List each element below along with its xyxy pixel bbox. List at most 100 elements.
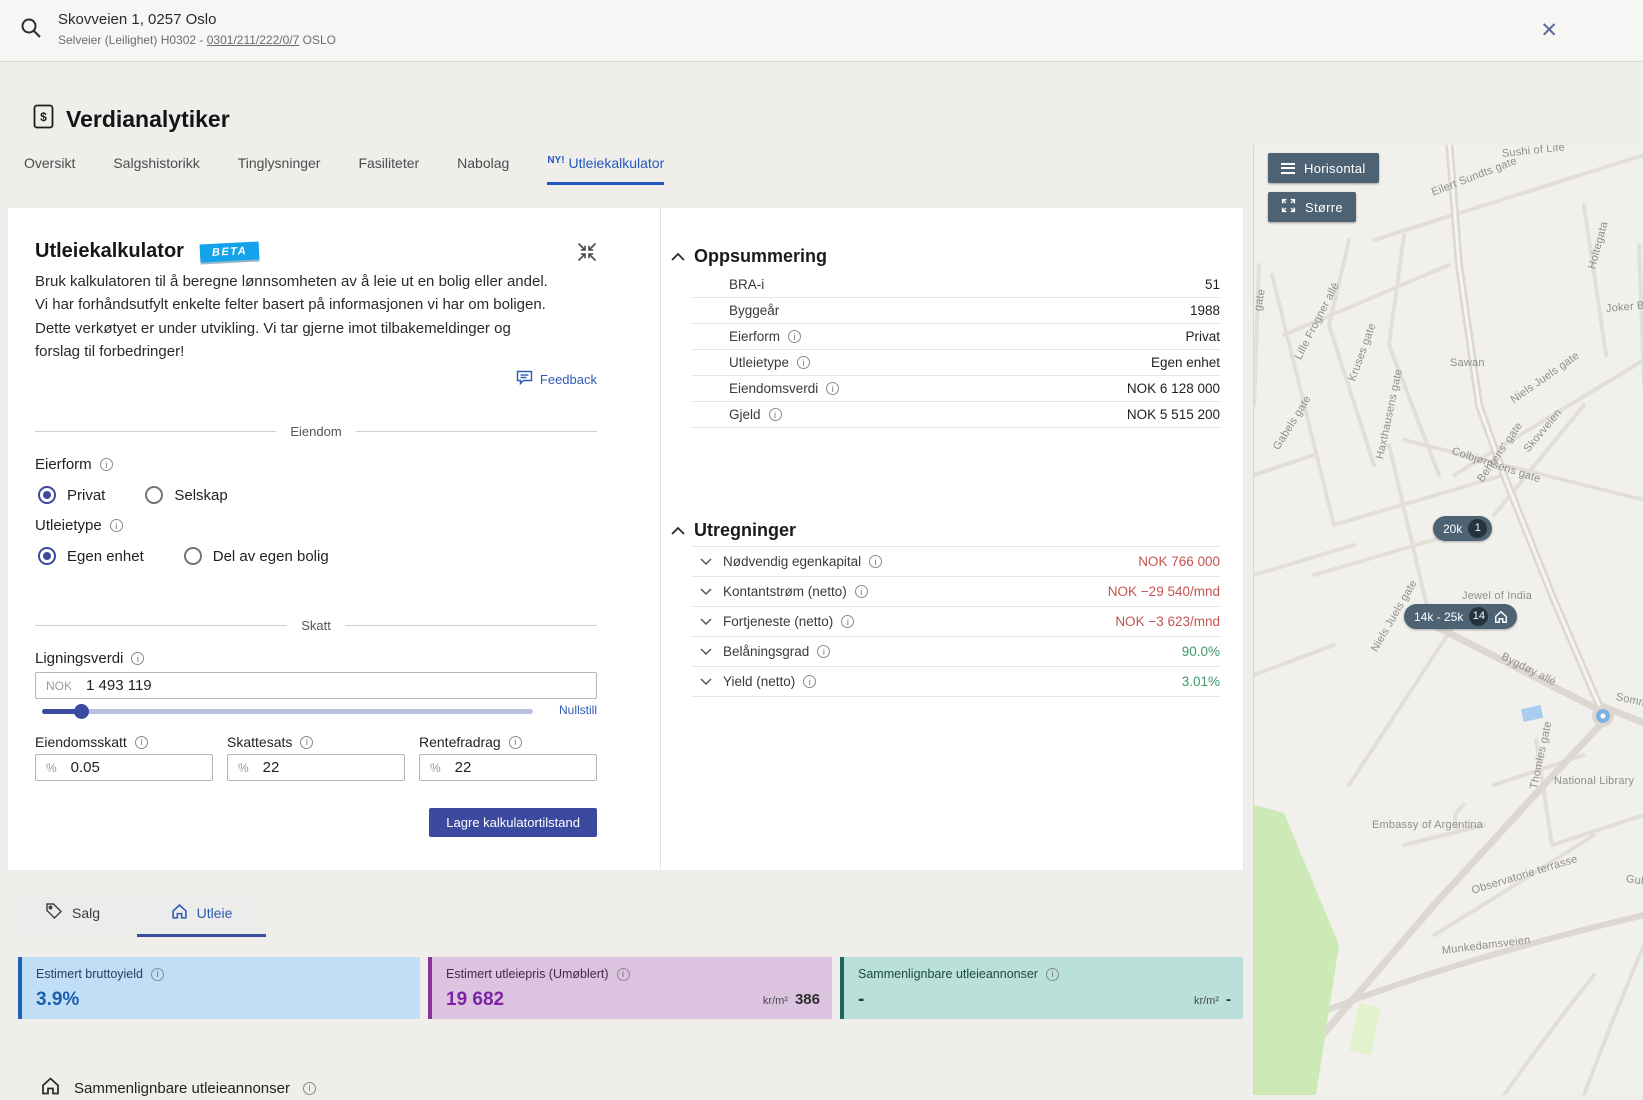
cadastre-link[interactable]: 0301/211/222/0/7 <box>207 33 300 47</box>
ligningsverdi-label: Ligningsverdi <box>35 650 144 667</box>
map-marker-14k-25k[interactable]: 14k - 25k 14 <box>1404 604 1517 629</box>
intro-paragraph-1: Bruk kalkulatoren til å beregne lønnsomh… <box>35 270 551 317</box>
reset-link[interactable]: Nullstill <box>559 703 597 717</box>
horisontal-button[interactable]: Horisontal <box>1268 153 1379 183</box>
radio-selected-icon <box>38 547 56 565</box>
info-icon[interactable] <box>617 968 630 981</box>
info-icon[interactable] <box>855 585 868 598</box>
section-divider-skatt: Skatt <box>35 618 597 633</box>
info-icon[interactable] <box>303 1082 316 1095</box>
top-header-bar: Skovveien 1, 0257 Oslo Selveier (Leiligh… <box>0 0 1643 62</box>
calculator-form: Utleiekalkulator BETA Bruk kalkulatoren … <box>35 208 597 870</box>
svg-text:$: $ <box>40 110 47 124</box>
results-pane: Oppsummering BRA-i51 Byggeår1988 Eierfor… <box>660 208 1243 870</box>
tab-tinglysninger[interactable]: Tinglysninger <box>238 155 321 185</box>
marker-count-badge: 1 <box>1468 519 1487 538</box>
tab-nabolag[interactable]: Nabolag <box>457 155 509 185</box>
info-icon[interactable] <box>788 330 801 343</box>
summary-section-header[interactable]: Oppsummering <box>671 246 827 267</box>
info-icon[interactable] <box>131 652 144 665</box>
ligningsverdi-slider: Nullstill <box>35 702 597 720</box>
intro-paragraph-2: Dette verkøtyet er under utvikling. Vi t… <box>35 317 541 364</box>
info-icon[interactable] <box>769 408 782 421</box>
utleiepris-value: 19 682 <box>446 989 504 1011</box>
radio-selskap[interactable]: Selskap <box>145 486 227 504</box>
collapse-icon[interactable] <box>577 242 597 267</box>
map-street-label: Jewel of India <box>1462 590 1532 602</box>
tab-oversikt[interactable]: Oversikt <box>24 155 75 185</box>
map-street-label: Embassy of Argentina <box>1372 819 1483 831</box>
summary-row: Byggeår1988 <box>692 298 1220 324</box>
storre-button[interactable]: Større <box>1268 192 1356 222</box>
slider-track[interactable] <box>42 709 533 714</box>
calculation-row: Kontantstrøm (netto) NOK −29 540/mnd <box>692 577 1220 607</box>
info-icon[interactable] <box>151 968 164 981</box>
marker-count-badge: 14 <box>1469 607 1488 626</box>
eiendomsskatt-input[interactable]: % <box>35 754 213 781</box>
skattesats-label: Skattesats <box>227 734 313 750</box>
document-dollar-icon: $ <box>33 104 54 134</box>
rentefradrag-input[interactable]: % <box>419 754 597 781</box>
map-canvas[interactable]: Sushi of LifeEilert Sundts gateHoltegata… <box>1253 145 1643 1095</box>
map-street-label: Sawan <box>1450 357 1485 369</box>
ligningsverdi-field[interactable] <box>84 676 586 695</box>
chevron-down-icon[interactable] <box>692 617 723 626</box>
info-icon[interactable] <box>869 555 882 568</box>
info-icon[interactable] <box>826 382 839 395</box>
info-icon[interactable] <box>110 519 123 532</box>
skattesats-input[interactable]: % <box>227 754 405 781</box>
beta-badge: BETA <box>200 241 260 262</box>
tab-salg[interactable]: Salg <box>8 891 137 937</box>
ligningsverdi-input[interactable]: NOK <box>35 672 597 699</box>
house-icon <box>171 903 188 923</box>
tab-fasiliteter[interactable]: Fasiliteter <box>358 155 419 185</box>
tab-utleie[interactable]: Utleie <box>137 891 266 937</box>
summary-row: BRA-i51 <box>692 272 1220 298</box>
radio-egen-enhet[interactable]: Egen enhet <box>38 547 144 565</box>
sammenlignbare-value: - <box>858 989 864 1011</box>
calculations-title: Utregninger <box>694 520 796 541</box>
tab-utleiekalkulator[interactable]: NY!Utleiekalkulator <box>547 155 664 185</box>
info-icon[interactable] <box>1046 968 1059 981</box>
info-icon[interactable] <box>803 675 816 688</box>
tab-salgshistorikk[interactable]: Salgshistorikk <box>113 155 199 185</box>
save-calculator-state-button[interactable]: Lagre kalkulatortilstand <box>429 808 597 837</box>
chevron-down-icon[interactable] <box>692 677 723 686</box>
calculations-table: Nødvendig egenkapital NOK 766 000 Kontan… <box>692 546 1220 697</box>
info-icon[interactable] <box>797 356 810 369</box>
info-icon[interactable] <box>509 736 522 749</box>
slider-thumb[interactable] <box>74 704 89 719</box>
summary-row: UtleietypeEgen enhet <box>692 350 1220 376</box>
info-icon[interactable] <box>817 645 830 658</box>
chevron-up-icon <box>671 526 685 536</box>
info-icon[interactable] <box>100 458 113 471</box>
rentefradrag-field[interactable] <box>453 758 586 777</box>
calculation-row: Belåningsgrad 90.0% <box>692 637 1220 667</box>
info-icon[interactable] <box>300 736 313 749</box>
radio-privat[interactable]: Privat <box>38 486 105 504</box>
close-icon[interactable]: ✕ <box>1540 18 1558 43</box>
bottom-tabs: Salg Utleie <box>8 891 266 937</box>
feedback-link[interactable]: Feedback <box>516 370 597 389</box>
tag-icon <box>45 902 63 923</box>
page-title: $ Verdianalytiker <box>33 104 230 134</box>
chevron-down-icon[interactable] <box>692 587 723 596</box>
summary-table: BRA-i51 Byggeår1988 EierformPrivat Utlei… <box>692 272 1220 428</box>
section-divider-eiendom: Eiendom <box>35 424 597 439</box>
chevron-down-icon[interactable] <box>692 557 723 566</box>
property-address-block[interactable]: Skovveien 1, 0257 Oslo Selveier (Leiligh… <box>58 11 336 47</box>
summary-row: EierformPrivat <box>692 324 1220 350</box>
skattesats-field[interactable] <box>261 758 394 777</box>
eiendomsskatt-field[interactable] <box>69 758 202 777</box>
calculation-row: Yield (netto) 3.01% <box>692 667 1220 697</box>
radio-unselected-icon <box>145 486 163 504</box>
calculations-section-header[interactable]: Utregninger <box>671 520 796 541</box>
map-marker-20k[interactable]: 20k 1 <box>1433 516 1492 541</box>
map-street-label: National Library <box>1554 775 1634 787</box>
calculation-row: Fortjeneste (netto) NOK −3 623/mnd <box>692 607 1220 637</box>
chevron-down-icon[interactable] <box>692 647 723 656</box>
info-icon[interactable] <box>841 615 854 628</box>
radio-del-av-egen-bolig[interactable]: Del av egen bolig <box>184 547 329 565</box>
info-icon[interactable] <box>135 736 148 749</box>
hamburger-icon <box>1281 160 1295 176</box>
